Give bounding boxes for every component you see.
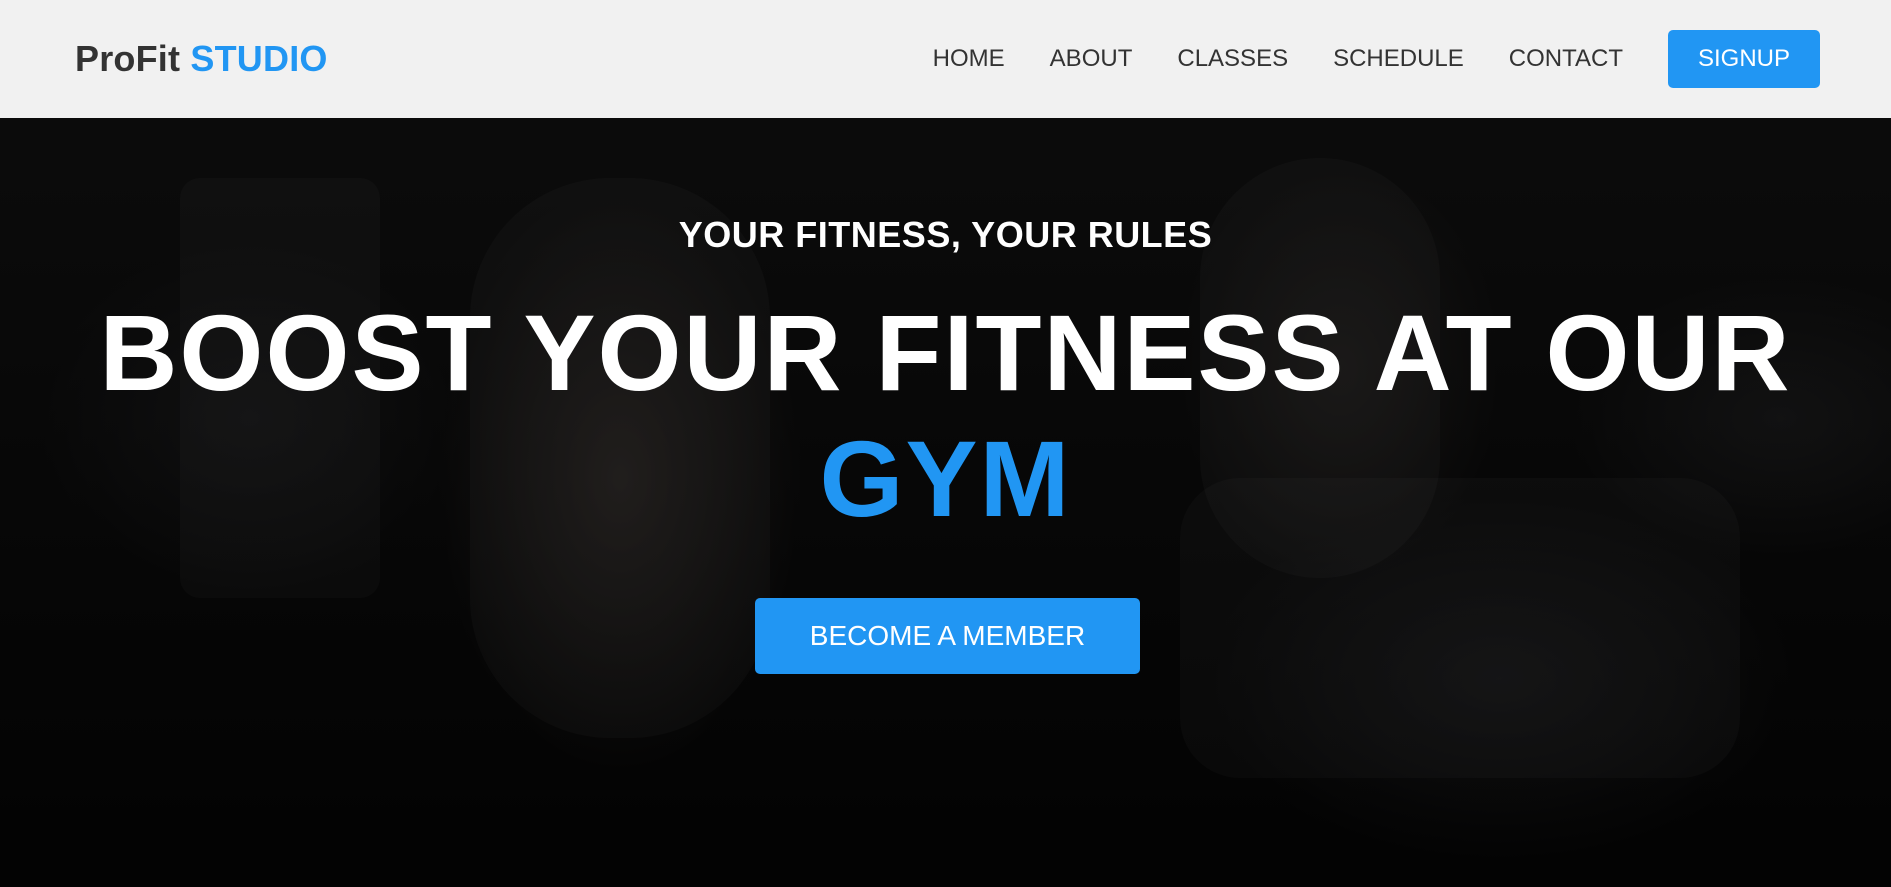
hero-headline-accent: GYM <box>819 418 1072 539</box>
logo-main: ProFit <box>75 38 181 79</box>
nav-item-schedule[interactable]: SCHEDULE <box>1333 45 1464 73</box>
logo-accent: STUDIO <box>190 38 328 79</box>
hero-section: YOUR FITNESS, YOUR RULES BOOST YOUR FITN… <box>0 118 1891 887</box>
logo[interactable]: ProFit STUDIO <box>75 38 328 80</box>
hero-tagline: YOUR FITNESS, YOUR RULES <box>678 214 1213 255</box>
hero-headline-main: BOOST YOUR FITNESS AT OUR <box>99 292 1792 413</box>
nav-item-home[interactable]: HOME <box>933 45 1005 73</box>
signup-button[interactable]: SIGNUP <box>1668 30 1820 88</box>
nav-item-classes[interactable]: CLASSES <box>1177 45 1288 73</box>
site-header: ProFit STUDIO HOME ABOUT CLASSES SCHEDUL… <box>0 0 1891 118</box>
nav-item-about[interactable]: ABOUT <box>1050 45 1133 73</box>
become-member-button[interactable]: BECOME A MEMBER <box>755 598 1140 674</box>
hero-headline: BOOST YOUR FITNESS AT OUR GYM <box>0 290 1891 542</box>
main-nav: HOME ABOUT CLASSES SCHEDULE CONTACT SIGN… <box>933 30 1820 88</box>
nav-item-contact[interactable]: CONTACT <box>1509 45 1623 73</box>
